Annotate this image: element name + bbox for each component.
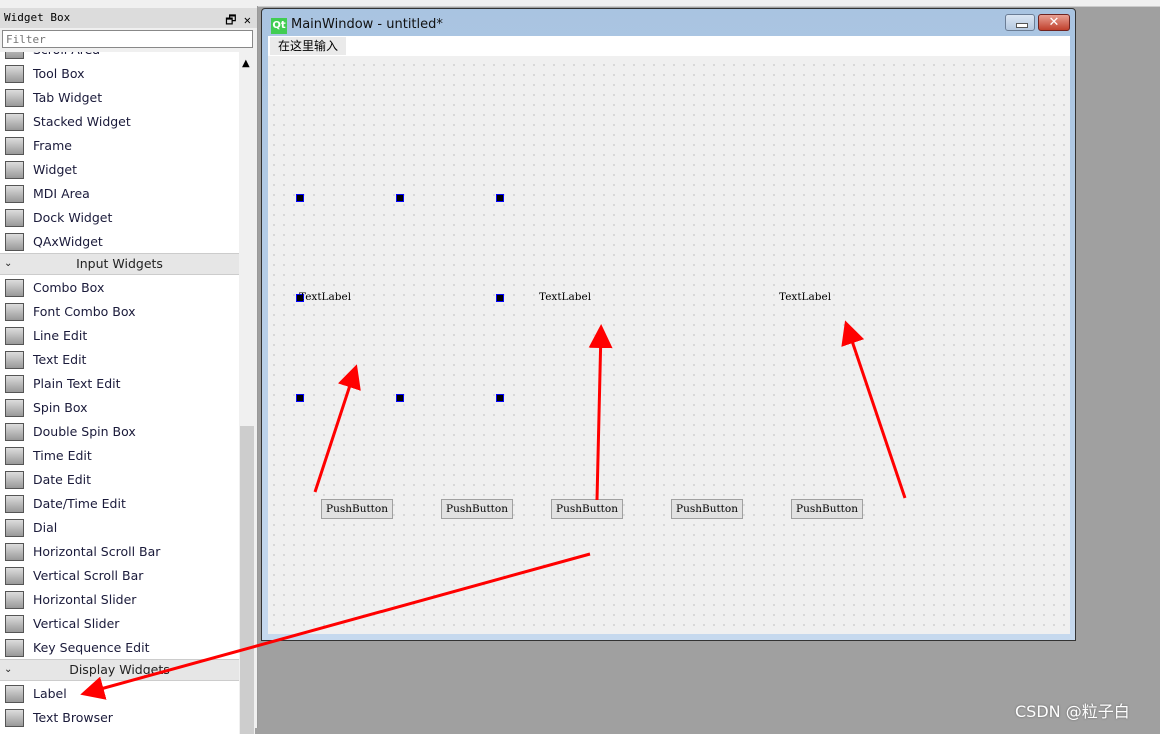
watermark: CSDN @粒子白 bbox=[1015, 702, 1130, 721]
arrow bbox=[588, 324, 613, 501]
arrow bbox=[313, 364, 361, 493]
arrow bbox=[841, 320, 907, 499]
annotation-arrows bbox=[80, 320, 907, 700]
arrow bbox=[80, 552, 591, 700]
